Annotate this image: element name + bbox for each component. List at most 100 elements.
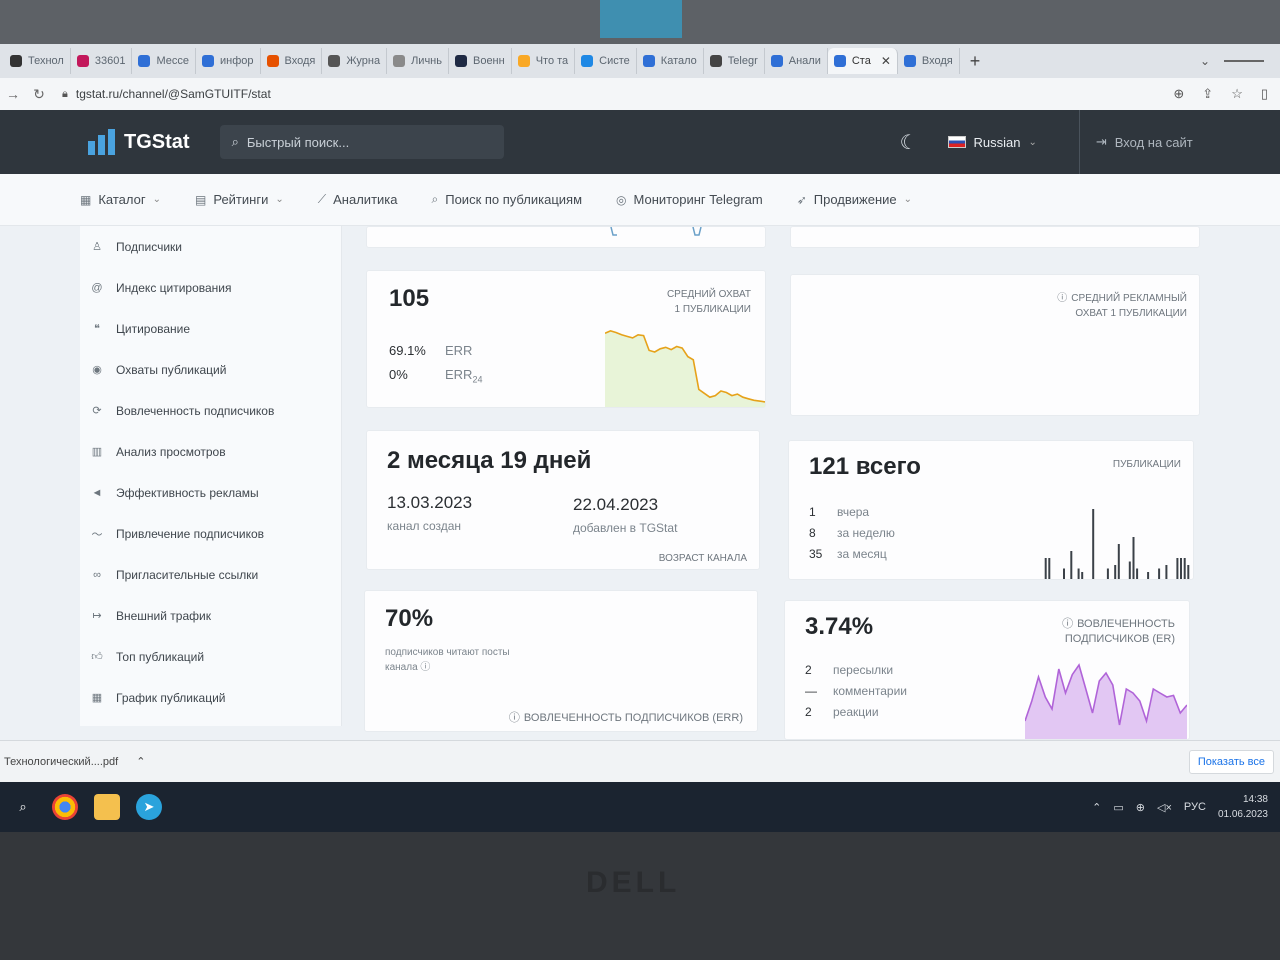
browser-tab[interactable]: Личнь — [387, 48, 449, 74]
browser-tab[interactable]: Мессе — [132, 48, 196, 74]
breakdown-label: за неделю — [837, 525, 895, 540]
browser-tab[interactable]: Журна — [322, 48, 388, 74]
network-icon[interactable]: ⊕ — [1136, 801, 1145, 814]
breakdown-number: — — [805, 683, 817, 698]
input-language[interactable]: РУС — [1184, 801, 1206, 813]
nav-item[interactable]: ▦ Каталог ⌄ — [80, 192, 161, 207]
megaphone-icon: ◄ — [91, 486, 103, 499]
back-arrow-icon[interactable]: → — [0, 86, 26, 102]
browser-tab[interactable]: Военн — [449, 48, 512, 74]
favicon-icon — [266, 55, 279, 67]
chevron-down-icon: ⌄ — [903, 194, 913, 205]
tgstat-logo[interactable]: TGStat — [88, 129, 190, 155]
info-icon[interactable]: ⓘ — [1057, 293, 1067, 304]
share-icon[interactable]: ⇪ — [1202, 86, 1213, 102]
show-all-downloads-button[interactable]: Показать все — [1188, 749, 1274, 774]
browser-tab[interactable]: Что та — [512, 48, 576, 74]
language-label: Russian — [973, 134, 1021, 150]
browser-tab-label: Систе — [599, 55, 630, 67]
nav-item[interactable]: ⌕ Поиск по публикациям — [432, 192, 583, 207]
info-icon[interactable]: ⓘ — [509, 712, 520, 724]
nav-item[interactable]: ▤ Рейтинги ⌄ — [195, 192, 284, 207]
help-icon[interactable]: ⓘ — [420, 662, 430, 673]
browser-tab[interactable]: Входя — [898, 48, 960, 74]
logo-mark-icon — [88, 129, 116, 155]
clock[interactable]: 14:38 01.06.2023 — [1218, 792, 1268, 822]
sidebar-item[interactable]: 👍︎ Топ публикаций — [80, 636, 341, 677]
sidebar-item[interactable]: ▦ График публикаций — [80, 677, 341, 718]
chrome-icon[interactable] — [52, 794, 78, 820]
ad-reach-label-line1-row: ⓘ СРЕДНИЙ РЕКЛАМНЫЙ — [1057, 291, 1187, 306]
sidebar-item[interactable]: ▥ Анализ просмотров — [80, 431, 341, 472]
tab-search-chevron-icon[interactable]: ⌄ — [1200, 54, 1224, 68]
browser-tab[interactable]: Ста ✕ — [827, 48, 898, 74]
volume-icon[interactable]: ◁× — [1157, 801, 1172, 814]
sidebar-item[interactable]: @ Индекс цитирования — [80, 267, 341, 308]
er-caption-line1-row: ⓘ ВОВЛЕЧЕННОСТЬ — [1062, 617, 1175, 632]
system-tray: ⌃ ▭ ⊕ ◁× РУС 14:38 01.06.2023 — [1092, 792, 1280, 822]
chevron-up-icon[interactable]: ⌃ — [136, 755, 145, 768]
channel-age-value: 2 месяца 19 дней — [387, 447, 592, 474]
browser-tab-label: Личнь — [411, 55, 442, 67]
browser-tab-label: Входя — [921, 55, 953, 67]
breakdown-label: за месяц — [837, 546, 887, 561]
reload-icon[interactable]: ↻ — [26, 86, 52, 103]
install-app-icon[interactable]: ⊕ — [1173, 86, 1184, 102]
downloaded-file[interactable]: Технологический....pdf — [4, 756, 118, 768]
sidebar-item[interactable]: ◄ Эффективность рекламы — [80, 472, 341, 513]
file-explorer-icon[interactable] — [94, 794, 120, 820]
sidebar-item[interactable]: ❝ Цитирование — [80, 308, 341, 349]
browser-tab[interactable]: Анали — [765, 48, 828, 74]
minimize-window-button[interactable] — [1224, 60, 1264, 62]
search-icon[interactable]: ⌕ — [10, 794, 36, 820]
sidebar-item[interactable]: ∞ Пригласительные ссылки — [80, 554, 341, 595]
clock-date: 01.06.2023 — [1217, 809, 1268, 820]
publications-bar — [1117, 544, 1120, 579]
readers-percent-value: 70% — [385, 605, 434, 632]
laptop-bezel: DELL — [0, 832, 1280, 960]
url-field[interactable]: tgstat.ru/channel/@SamGTUITF/stat — [76, 87, 271, 101]
new-tab-button[interactable]: + — [960, 51, 991, 72]
sidebar-item[interactable]: 〜 Привлечение подписчиков — [80, 513, 341, 554]
browser-tab[interactable]: Систе — [575, 48, 637, 74]
browser-tab[interactable]: инфор — [196, 48, 261, 74]
browser-tab[interactable]: Telegr — [704, 48, 765, 74]
quick-search-input[interactable]: ⌕ Быстрый поиск... — [219, 125, 504, 159]
rating-icon: ▤ — [195, 192, 207, 207]
chevron-up-icon[interactable]: ⌃ — [1092, 801, 1101, 814]
publications-bar — [1147, 572, 1150, 579]
favicon-icon — [581, 55, 594, 67]
side-panel-icon[interactable]: ▯ — [1261, 86, 1268, 102]
laptop-logo: DELL — [586, 866, 681, 899]
publications-bar — [1081, 572, 1084, 579]
browser-tab[interactable]: Катало — [637, 48, 704, 74]
login-button[interactable]: ⇥ Вход на сайт — [1078, 110, 1193, 174]
nav-item[interactable]: ➶ Продвижение ⌄ — [797, 192, 912, 207]
info-icon[interactable]: ⓘ — [1062, 618, 1073, 630]
browser-tab-label: Журна — [346, 55, 381, 67]
sidebar-item[interactable]: ◉ Охваты публикаций — [80, 349, 341, 390]
dark-mode-moon-icon[interactable]: ☾ — [900, 130, 918, 155]
publications-bar — [1187, 565, 1190, 579]
nav-item[interactable]: ⟋ Аналитика — [318, 192, 398, 207]
monitor-icon: ◎ — [616, 192, 627, 207]
bookmark-star-icon[interactable]: ☆ — [1231, 86, 1243, 102]
browser-tab[interactable]: Технол — [4, 48, 71, 74]
lock-icon[interactable]: 🔒︎ — [62, 88, 68, 101]
publications-bar — [1114, 565, 1117, 579]
readers-caption-row: ⓘ ВОВЛЕЧЕННОСТЬ ПОДПИСЧИКОВ (ERR) — [509, 711, 743, 726]
publications-bar — [1128, 561, 1131, 579]
close-tab-icon[interactable]: ✕ — [881, 54, 891, 68]
browser-tab[interactable]: Входя — [261, 48, 323, 74]
sidebar-item[interactable]: ♙ Подписчики — [80, 226, 341, 267]
sidebar-item[interactable]: ⟳ Вовлеченность подписчиков — [80, 390, 341, 431]
sidebar-item-label: Привлечение подписчиков — [116, 526, 265, 541]
language-selector[interactable]: Russian ⌄ — [947, 134, 1037, 150]
browser-tab-label: инфор — [219, 55, 254, 67]
nav-item[interactable]: ◎ Мониторинг Telegram — [616, 192, 763, 207]
browser-tab[interactable]: 33601 — [71, 48, 133, 74]
err-label: ERR — [445, 343, 473, 358]
sidebar-item[interactable]: ↦ Внешний трафик — [80, 595, 341, 636]
telegram-icon[interactable]: ➤ — [136, 794, 162, 820]
battery-icon[interactable]: ▭ — [1113, 801, 1123, 814]
